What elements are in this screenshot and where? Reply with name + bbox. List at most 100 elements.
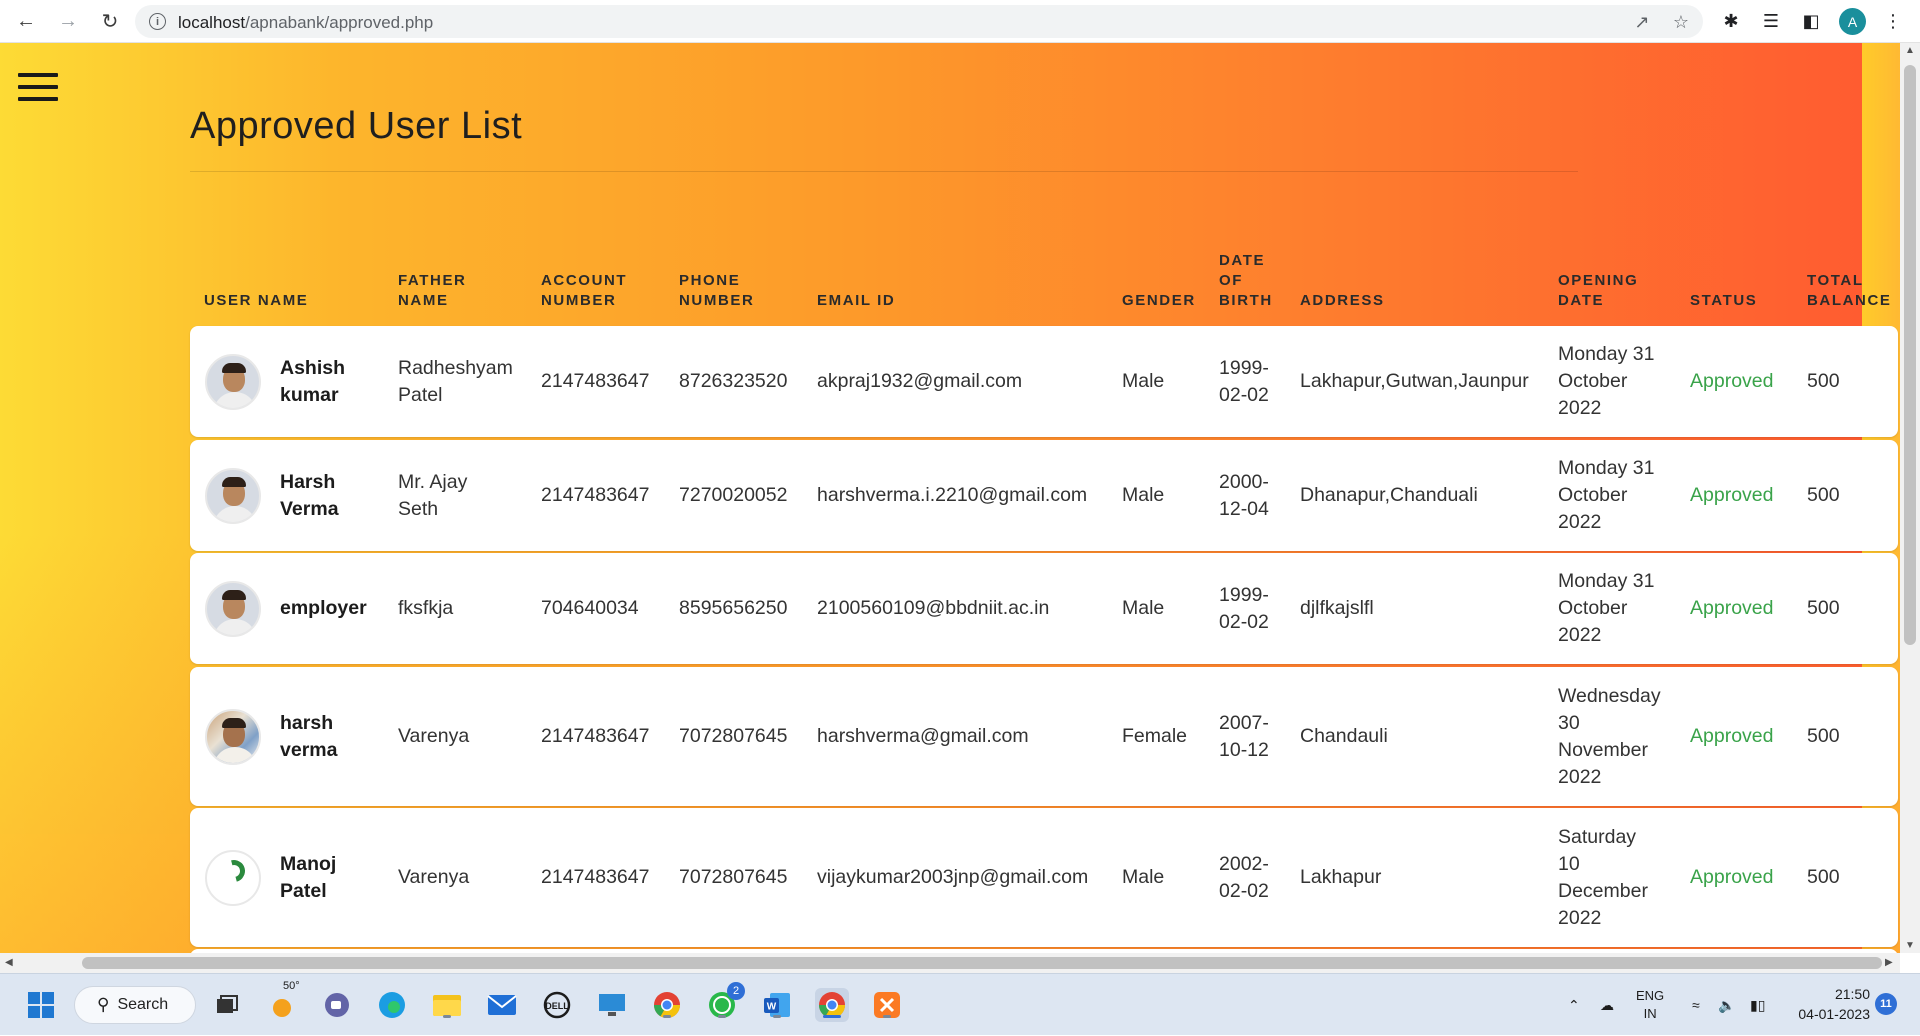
horizontal-scroll-thumb[interactable] xyxy=(82,957,1882,969)
xampp-icon[interactable] xyxy=(870,988,904,1022)
bookmark-star-icon[interactable]: ☆ xyxy=(1670,11,1692,33)
chrome-profile-icon[interactable] xyxy=(815,988,849,1022)
browser-menu-icon[interactable]: ⋮ xyxy=(1880,8,1906,34)
email-cell[interactable]: 2100560109@bbdniit.ac.in xyxy=(817,553,1107,664)
chrome-icon[interactable] xyxy=(650,988,684,1022)
page-title: Approved User List xyxy=(190,105,523,147)
balance-cell: 500 xyxy=(1807,725,1840,747)
extensions-puzzle-icon[interactable]: ✱ xyxy=(1718,8,1744,34)
url-host: localhost xyxy=(178,13,246,32)
dob-cell: 2002- 02-02 xyxy=(1219,852,1269,902)
status-cell: Approved xyxy=(1690,725,1774,747)
account-number-cell: 2147483647 xyxy=(541,866,650,888)
volume-icon[interactable]: 🔈 xyxy=(1718,974,1735,1036)
gender-cell: Male xyxy=(1122,866,1165,888)
search-icon: ⚲ xyxy=(97,995,110,1014)
show-hidden-icons[interactable]: ⌃ xyxy=(1568,974,1580,1036)
table-row[interactable]: Harsh Verma Mr. Ajay Seth 2147483647 72700200… xyxy=(190,440,1898,551)
weather-widget-icon[interactable]: 50° xyxy=(265,980,300,1022)
account-number-cell: 2147483647 xyxy=(541,370,650,392)
balance-cell: 500 xyxy=(1807,484,1840,506)
dob-cell: 2000- 12-04 xyxy=(1219,470,1269,520)
phone-number-cell: 8595656250 xyxy=(679,597,788,619)
table-row[interactable]: Ashish kumar Radheshyam Patel 2147483647 8726… xyxy=(190,326,1898,437)
balance-cell: 500 xyxy=(1807,370,1840,392)
opening-date-cell: Saturday 10 December 2022 xyxy=(1558,825,1648,929)
share-icon[interactable]: ↗ xyxy=(1631,11,1653,33)
horizontal-scrollbar[interactable]: ◀ ▶ xyxy=(0,953,1900,973)
header-phone-number: PHONE NUMBER xyxy=(679,272,755,309)
table-row[interactable]: employer fksfkja 704640034 8595656250 210056… xyxy=(190,553,1898,664)
svg-text:DELL: DELL xyxy=(545,1001,569,1011)
scroll-right-icon[interactable]: ▶ xyxy=(1885,957,1893,968)
dell-icon[interactable]: DELL xyxy=(540,988,574,1022)
table-row[interactable]: harsh verma Varenya 2147483647 7072807645 har… xyxy=(190,667,1898,806)
battery-icon[interactable]: ▮▯ xyxy=(1750,974,1765,1036)
reading-list-icon[interactable]: ☰ xyxy=(1758,8,1784,34)
taskbar-clock[interactable]: 21:50 04-01-2023 xyxy=(1780,984,1870,1024)
back-icon[interactable]: ← xyxy=(12,7,40,35)
site-info-icon[interactable]: i xyxy=(149,13,166,30)
phone-number-cell: 7072807645 xyxy=(679,866,788,888)
reload-icon[interactable]: ↻ xyxy=(96,7,124,35)
onedrive-icon[interactable]: ☁ xyxy=(1600,974,1614,1036)
edge-browser-icon[interactable] xyxy=(375,988,409,1022)
father-name-cell: Mr. Ajay Seth xyxy=(398,470,468,520)
task-view-icon[interactable] xyxy=(210,988,244,1022)
status-cell: Approved xyxy=(1690,484,1774,506)
email-cell[interactable]: harshverma.i.2210@gmail.com xyxy=(817,440,1107,551)
windows-taskbar: ⚲ Search 50° DELL 2 W ⌃ ☁ ENG IN ≈ 🔈 ▮▯ 21… xyxy=(0,973,1920,1035)
scroll-up-icon[interactable]: ▲ xyxy=(1905,45,1915,56)
address-bar[interactable]: i localhost/apnabank/approved.php ↗ ☆ xyxy=(135,5,1703,38)
notification-badge[interactable]: 11 xyxy=(1875,993,1897,1015)
header-status: STATUS xyxy=(1690,292,1758,309)
word-icon[interactable]: W xyxy=(760,988,794,1022)
whatsapp-icon[interactable]: 2 xyxy=(705,982,745,1022)
whatsapp-badge: 2 xyxy=(727,982,745,1000)
clock-time: 21:50 xyxy=(1834,986,1870,1002)
user-avatar xyxy=(205,849,261,906)
vertical-scrollbar[interactable]: ▲ ▼ xyxy=(1900,43,1920,953)
header-email-id: EMAIL ID xyxy=(817,292,896,309)
scroll-down-icon[interactable]: ▼ xyxy=(1905,940,1915,951)
phone-number-cell: 7072807645 xyxy=(679,725,788,747)
header-gender: GENDER xyxy=(1122,292,1196,309)
taskbar-search[interactable]: ⚲ Search xyxy=(74,986,196,1024)
url-text[interactable]: localhost/apnabank/approved.php xyxy=(178,13,433,33)
balance-cell: 500 xyxy=(1807,866,1840,888)
windows-start-icon[interactable] xyxy=(24,988,58,1022)
weather-temp: 50° xyxy=(283,980,300,992)
vertical-scroll-thumb[interactable] xyxy=(1904,65,1916,645)
email-cell[interactable]: harshverma@gmail.com xyxy=(817,667,1107,806)
status-cell: Approved xyxy=(1690,866,1774,888)
page-viewport: Approved User List USER NAME FATHER NAME AC… xyxy=(0,43,1900,953)
hamburger-menu-icon[interactable] xyxy=(18,73,60,105)
language-indicator[interactable]: ENG IN xyxy=(1636,974,1664,1036)
wifi-icon[interactable]: ≈ xyxy=(1692,974,1700,1036)
remote-desktop-icon[interactable] xyxy=(595,988,629,1022)
mail-icon[interactable] xyxy=(485,988,519,1022)
scroll-left-icon[interactable]: ◀ xyxy=(5,957,13,968)
title-divider xyxy=(190,171,1578,172)
email-cell[interactable]: vijaykumar2003jnp@gmail.com xyxy=(817,808,1107,947)
table-row[interactable]: Manoj Patel Varenya 2147483647 7072807645 vij… xyxy=(190,808,1898,947)
teams-chat-icon[interactable] xyxy=(320,988,354,1022)
header-opening-date: OPENING DATE xyxy=(1558,272,1639,309)
user-name-cell: Manoj Patel xyxy=(280,852,337,902)
opening-date-cell: Monday 31 October 2022 xyxy=(1558,343,1655,419)
opening-date-cell: Monday 31 October 2022 xyxy=(1558,457,1655,533)
file-explorer-icon[interactable] xyxy=(430,988,464,1022)
profile-avatar[interactable]: A xyxy=(1839,8,1866,35)
user-name-cell: Ashish kumar xyxy=(280,356,346,406)
gender-cell: Female xyxy=(1122,725,1188,747)
gender-cell: Male xyxy=(1122,484,1165,506)
account-number-cell: 704640034 xyxy=(541,597,639,619)
email-cell[interactable]: akpraj1932@gmail.com xyxy=(817,326,1107,437)
status-cell: Approved xyxy=(1690,370,1774,392)
side-panel-icon[interactable]: ◧ xyxy=(1798,8,1824,34)
user-avatar xyxy=(205,708,261,765)
address-cell: djlfkajslfl xyxy=(1300,597,1374,619)
search-label: Search xyxy=(117,996,169,1013)
forward-icon[interactable]: → xyxy=(54,7,82,35)
url-path: /apnabank/approved.php xyxy=(245,13,434,32)
